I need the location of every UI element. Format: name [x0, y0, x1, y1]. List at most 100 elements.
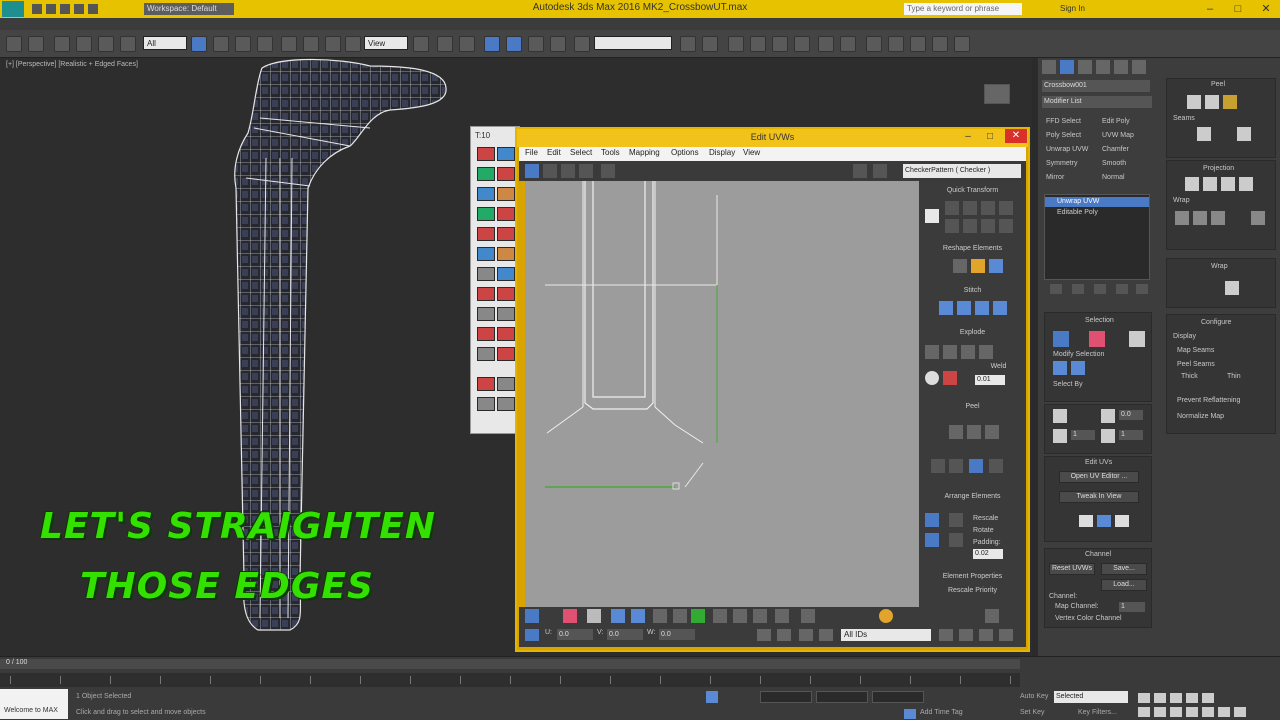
- angle-snap-icon[interactable]: [506, 36, 522, 52]
- align-z-icon[interactable]: [1211, 211, 1225, 225]
- modifier-button-2[interactable]: Poly Select: [1046, 132, 1081, 139]
- vertex-selection-icon[interactable]: [1053, 331, 1069, 347]
- maximize-button[interactable]: □: [1224, 0, 1252, 18]
- tool-grey5-icon[interactable]: [497, 377, 515, 391]
- pack-custom-icon[interactable]: [949, 513, 963, 527]
- pack-normalize-icon[interactable]: [925, 513, 939, 527]
- field-of-view-icon[interactable]: [1186, 707, 1198, 717]
- render-setup-icon[interactable]: [840, 36, 856, 52]
- weld-threshold-input[interactable]: 0.01: [975, 375, 1005, 385]
- uv-checker-dropdown[interactable]: CheckerPattern ( Checker ): [903, 164, 1021, 178]
- zoom-icon[interactable]: [985, 609, 999, 623]
- planar-map-icon[interactable]: [1185, 177, 1199, 191]
- padding-input[interactable]: 0.02: [973, 549, 1003, 559]
- render-activeshade-icon[interactable]: [932, 36, 948, 52]
- break-icon[interactable]: [925, 345, 939, 359]
- scale-icon[interactable]: [325, 36, 341, 52]
- maxscript-listener[interactable]: Welcome to MAX: [0, 689, 68, 719]
- keyboard-shortcut-override-icon[interactable]: [459, 36, 475, 52]
- save-uvws-button[interactable]: Save...: [1101, 563, 1147, 575]
- select-by-name-icon[interactable]: [213, 36, 229, 52]
- zoom-region-icon[interactable]: [959, 629, 973, 641]
- lock-icon[interactable]: [757, 629, 771, 641]
- point-to-point-seam-icon[interactable]: [1237, 127, 1251, 141]
- x-coordinate-field[interactable]: [760, 691, 812, 703]
- uv-menu-file[interactable]: File: [525, 148, 538, 157]
- align-x-icon[interactable]: [1175, 211, 1189, 225]
- hide-icon[interactable]: [777, 629, 791, 641]
- select-pins-icon[interactable]: [989, 459, 1003, 473]
- peel-mode-panel-icon[interactable]: [1205, 95, 1219, 109]
- ids-dropdown[interactable]: All IDs: [841, 629, 931, 641]
- modifier-button-10[interactable]: Normal: [1102, 174, 1125, 181]
- quick-planar-axis-icon[interactable]: [1097, 515, 1111, 527]
- quick-planar-align-icon[interactable]: [1115, 515, 1129, 527]
- previous-frame-icon[interactable]: [1154, 693, 1166, 703]
- rotate-icon[interactable]: [303, 36, 319, 52]
- unlink-icon[interactable]: [76, 36, 92, 52]
- select-manipulate-icon[interactable]: [437, 36, 453, 52]
- paint-select-icon[interactable]: [713, 609, 727, 623]
- element-mode-icon[interactable]: [611, 609, 625, 623]
- set-key-label[interactable]: Set Key: [1020, 709, 1045, 716]
- key-filters-button[interactable]: Key Filters...: [1078, 709, 1117, 716]
- unpin-icon[interactable]: [949, 459, 963, 473]
- rescale-checkbox-label[interactable]: Rescale: [973, 515, 998, 522]
- redo-icon[interactable]: [28, 36, 44, 52]
- mirror-icon[interactable]: [680, 36, 696, 52]
- close-button[interactable]: ✕: [1252, 0, 1280, 18]
- reset-uvws-button[interactable]: Reset UVWs: [1049, 563, 1095, 575]
- shrink-icon[interactable]: [1071, 361, 1085, 375]
- vertex-mode-icon[interactable]: [525, 609, 539, 623]
- tool-red2-icon[interactable]: [497, 167, 515, 181]
- edit-named-selection-icon[interactable]: [574, 36, 590, 52]
- selection-filter-dropdown[interactable]: All: [143, 36, 187, 50]
- viewcube-icon[interactable]: [984, 84, 1010, 104]
- flatten-icon[interactable]: [961, 345, 975, 359]
- zoom-extents-icon[interactable]: [979, 629, 993, 641]
- uv-rotate-icon[interactable]: [543, 164, 557, 178]
- pin-stack-icon[interactable]: [1050, 284, 1062, 294]
- tool-blue4-icon[interactable]: [497, 267, 515, 281]
- detach-icon[interactable]: [943, 345, 957, 359]
- tool-blue3-icon[interactable]: [477, 247, 495, 261]
- uv-move-icon[interactable]: [525, 164, 539, 178]
- uv-menu-options[interactable]: Options: [671, 148, 699, 157]
- make-unique-icon[interactable]: [1094, 284, 1106, 294]
- modifier-button-5[interactable]: Mirror: [1046, 174, 1064, 181]
- pin-icon[interactable]: [985, 425, 999, 439]
- create-tab-icon[interactable]: [1042, 60, 1056, 74]
- align-pivot-icon[interactable]: [925, 209, 939, 223]
- grow-selection-icon[interactable]: [631, 609, 645, 623]
- auto-pin-icon[interactable]: [969, 459, 983, 473]
- rotate-cw-icon[interactable]: [981, 201, 995, 215]
- modifier-button-4[interactable]: Symmetry: [1046, 160, 1078, 167]
- play-icon[interactable]: [1170, 693, 1182, 703]
- align-icon[interactable]: [702, 36, 718, 52]
- ignore-backfacing-icon[interactable]: [801, 609, 815, 623]
- uv-minimize-button[interactable]: –: [959, 131, 977, 143]
- align-y-icon[interactable]: [1193, 211, 1207, 225]
- render-production-icon[interactable]: [888, 36, 904, 52]
- modifier-list-dropdown[interactable]: Modifier List: [1042, 96, 1152, 108]
- show-end-result-icon[interactable]: [1072, 284, 1084, 294]
- undo-icon[interactable]: [6, 36, 22, 52]
- filter-selected-icon[interactable]: [819, 629, 833, 641]
- tool-red10-icon[interactable]: [497, 347, 515, 361]
- grow-icon[interactable]: [1053, 361, 1067, 375]
- rendered-frame-window-icon[interactable]: [866, 36, 882, 52]
- tool-red11-icon[interactable]: [477, 377, 495, 391]
- tool-grey7-icon[interactable]: [497, 397, 515, 411]
- pan-icon[interactable]: [939, 629, 953, 641]
- motion-tab-icon[interactable]: [1096, 60, 1110, 74]
- pin-points-icon[interactable]: [931, 459, 945, 473]
- edit-uvws-titlebar[interactable]: Edit UVWs – □ ✕: [517, 129, 1028, 147]
- peel-seams-checkbox[interactable]: Peel Seams: [1177, 361, 1215, 368]
- map-channel-spinner[interactable]: 1: [1119, 602, 1145, 612]
- straighten-selection-icon[interactable]: [953, 259, 967, 273]
- quick-planar-icon[interactable]: [1079, 515, 1093, 527]
- pack-settings-icon[interactable]: [949, 533, 963, 547]
- weld-selected-icon[interactable]: [925, 371, 939, 385]
- track-bar[interactable]: [0, 673, 1020, 687]
- pan-nav-icon[interactable]: [1202, 707, 1214, 717]
